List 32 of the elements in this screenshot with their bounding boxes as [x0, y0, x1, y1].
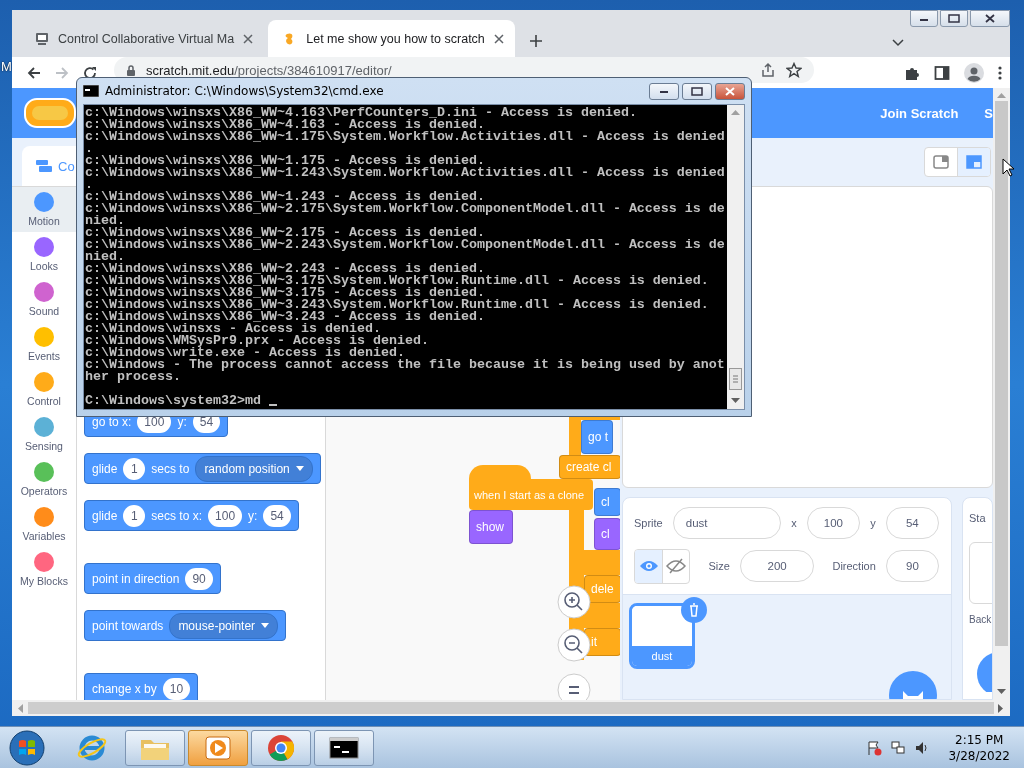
console-line: c:\Windows\winsxs\X86_WW~3.175 - Access is denied.: [85, 287, 485, 299]
console-line: c:\Windows\winsxs\X86_WW~2.175\System.Workflow.ComponentModel.dll - Access is de: [85, 203, 726, 215]
console-line: c:\Windows\winsxs\X86_WW~1.175\System.Workflow.Activities.dll - Access is denied: [85, 131, 726, 143]
console-line: c:\Windows\winsxs\X86_WW~3.175\System.Workflow.Runtime.dll - Access is denied.: [85, 275, 710, 287]
console-line: .: [85, 179, 93, 191]
console-line: c:\Windows\winsxs\X86_WW~2.175 - Access is denied.: [85, 227, 485, 239]
console-line: c:\Windows\winsxs\X86_WW~4.163 - Access is denied.: [85, 119, 485, 131]
sprite-label: Sprite: [634, 517, 663, 529]
console-line: nied.: [85, 215, 125, 227]
desktop-icon-label: M: [1, 59, 12, 74]
console-line: her process.: [85, 371, 182, 383]
console-line: c:\Windows\winsxs\X86_WW~1.243\System.Workflow.Activities.dll - Access is denied: [85, 167, 726, 179]
backdrops-label: Back: [969, 614, 992, 625]
x-label: x: [791, 517, 797, 529]
console-line: c:\Windows\WMSysPr9.prx - Access is denied.: [85, 335, 430, 347]
console-line: c:\Windows\winsxs\X86_WW~3.243 - Access is denied.: [85, 311, 485, 323]
y-label: y: [870, 517, 876, 529]
console-line: nied.: [85, 251, 125, 263]
window-title: Administrator: C:\Windows\System32\cmd.exe: [105, 84, 384, 98]
console-line: c:\Windows - The process cannot access the file because it is being used by anot: [85, 359, 726, 371]
console-line: c:\Windows\write.exe - Access is denied.: [85, 347, 405, 359]
console-line: .: [85, 143, 93, 155]
console-line: c:\Windows\winsxs\X86_WW~1.175 - Access is denied.: [85, 155, 485, 167]
console-line: c:\Windows\winsxs - Access is denied.: [85, 323, 381, 335]
stage-header: Sta: [969, 511, 987, 526]
console-line: c:\Windows\winsxs\X86_WW~2.243 - Access is denied.: [85, 263, 485, 275]
console-line: c:\Windows\winsxs\X86_WW~2.243\System.Workflow.ComponentModel.dll - Access is de: [85, 239, 726, 251]
console-line: c:\Windows\winsxs\X86_WW~4.163\PerfCounters_D.ini - Access is denied.: [85, 107, 638, 119]
console-line: c:\Windows\winsxs\X86_WW~3.243\System.Workflow.Runtime.dll - Access is denied.: [85, 299, 710, 311]
direction-label: Direction: [832, 560, 876, 572]
console-line: c:\Windows\winsxs\X86_WW~1.243 - Access is denied.: [85, 191, 485, 203]
size-label: Size: [708, 560, 730, 572]
